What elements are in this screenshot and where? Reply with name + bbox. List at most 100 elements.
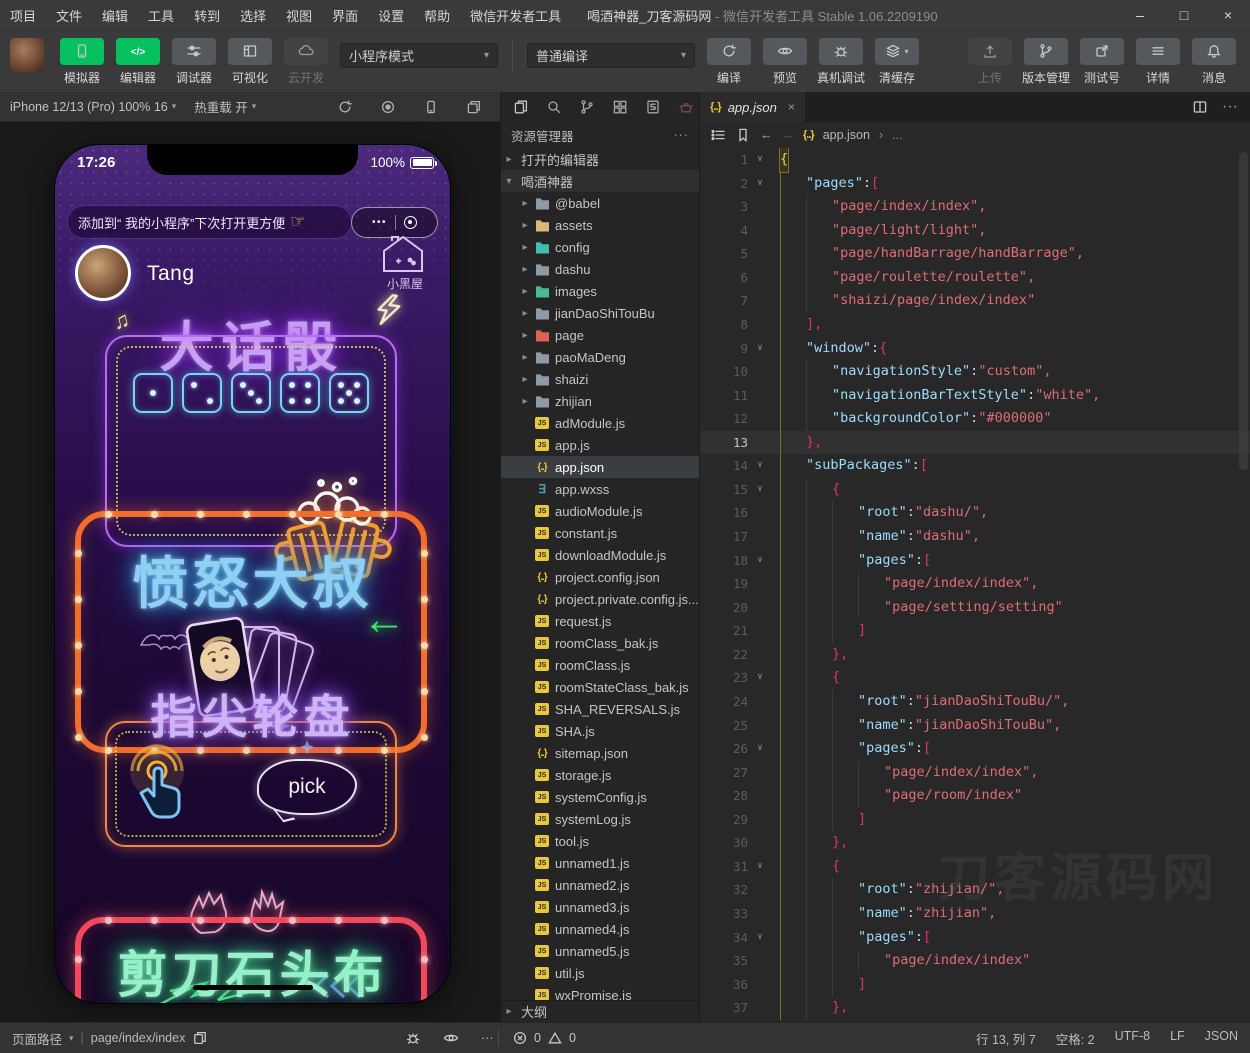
capsule-menu[interactable]: ••• xyxy=(351,207,438,238)
minimize-button[interactable]: – xyxy=(1118,7,1162,23)
tree-file[interactable]: JS unnamed3.js xyxy=(501,896,699,918)
editor-scrollbar[interactable] xyxy=(1239,152,1248,470)
menu-视图[interactable]: 视图 xyxy=(276,6,322,25)
action-bug-button[interactable]: 真机调试 xyxy=(813,37,869,86)
device-select[interactable]: iPhone 12/13 (Pro) 100% 16 xyxy=(10,100,168,114)
player-avatar[interactable] xyxy=(75,245,131,301)
menu-转到[interactable]: 转到 xyxy=(184,6,230,25)
mode-code-button[interactable]: </> 编辑器 xyxy=(110,37,166,86)
tree-folder[interactable]: ▸ assets xyxy=(501,214,699,236)
tree-file[interactable]: JS SHA_REVERSALS.js xyxy=(501,698,699,720)
files-icon[interactable] xyxy=(513,99,529,115)
tree-file[interactable]: JS app.js xyxy=(501,434,699,456)
tree-file[interactable]: {..} project.private.config.js... xyxy=(501,588,699,610)
fold-icon[interactable] xyxy=(748,431,772,455)
menu-界面[interactable]: 界面 xyxy=(322,6,368,25)
close-button[interactable]: × xyxy=(1206,7,1250,23)
action-layers-button[interactable]: ▾ 清缓存 xyxy=(869,37,925,86)
split-editor-icon[interactable] xyxy=(1192,99,1208,115)
indent-setting[interactable]: 空格: 2 xyxy=(1056,1029,1095,1048)
outline-list-icon[interactable] xyxy=(710,127,726,143)
tree-file[interactable]: JS SHA.js xyxy=(501,720,699,742)
back-icon[interactable]: ← xyxy=(760,128,773,142)
tree-file[interactable]: JS unnamed5.js xyxy=(501,940,699,962)
tree-file[interactable]: JS unnamed1.js xyxy=(501,852,699,874)
mode-cloud-button[interactable]: 云开发 xyxy=(278,37,334,86)
tree-file[interactable]: JS constant.js xyxy=(501,522,699,544)
fold-icon[interactable] xyxy=(748,266,772,290)
maximize-button[interactable]: □ xyxy=(1162,7,1206,23)
fold-icon[interactable] xyxy=(748,878,772,902)
tree-file[interactable]: {..} app.json xyxy=(501,456,699,478)
tree-file[interactable]: JS tool.js xyxy=(501,830,699,852)
warnings-icon[interactable] xyxy=(547,1030,563,1046)
fold-icon[interactable] xyxy=(748,784,772,808)
tree-section[interactable]: ▸ 打开的编辑器 xyxy=(501,148,699,170)
more-actions-icon[interactable]: ··· xyxy=(674,128,690,142)
tree-file[interactable]: JS audioModule.js xyxy=(501,500,699,522)
eol[interactable]: LF xyxy=(1170,1029,1185,1048)
fold-icon[interactable] xyxy=(748,384,772,408)
mode-layout-button[interactable]: 可视化 xyxy=(222,37,278,86)
tree-file[interactable]: JS storage.js xyxy=(501,764,699,786)
menu-文件[interactable]: 文件 xyxy=(46,6,92,25)
tree-file[interactable]: JS adModule.js xyxy=(501,412,699,434)
fold-icon[interactable] xyxy=(748,195,772,219)
phone-simulator[interactable]: 17:26 100% 添加到“ 我的小程序”下次打开更方便☞ ••• Tang xyxy=(55,145,450,1003)
errors-icon[interactable] xyxy=(512,1030,528,1046)
fold-icon[interactable] xyxy=(748,596,772,620)
menu-帮助[interactable]: 帮助 xyxy=(414,6,460,25)
fold-icon[interactable]: ∨ xyxy=(748,478,772,502)
teapot-icon[interactable] xyxy=(678,99,694,115)
snippet-file-icon[interactable] xyxy=(645,99,661,115)
tree-folder[interactable]: ▸ config xyxy=(501,236,699,258)
fold-icon[interactable] xyxy=(748,831,772,855)
action-eye-button[interactable]: 预览 xyxy=(757,37,813,86)
preview-icon[interactable] xyxy=(443,1030,459,1046)
hot-reload-toggle[interactable]: 热重载 开 xyxy=(194,97,247,116)
fold-icon[interactable] xyxy=(748,407,772,431)
game-title-rps[interactable]: 剪刀石头布 xyxy=(55,935,450,1003)
fold-icon[interactable]: ∨ xyxy=(748,148,772,172)
tree-folder[interactable]: ▸ page xyxy=(501,324,699,346)
tree-file[interactable]: {..} project.config.json xyxy=(501,566,699,588)
fold-icon[interactable] xyxy=(748,996,772,1020)
fold-icon[interactable]: ∨ xyxy=(748,172,772,196)
git-icon[interactable] xyxy=(579,99,595,115)
tree-file[interactable]: JS unnamed2.js xyxy=(501,874,699,896)
user-avatar[interactable] xyxy=(10,37,44,72)
status-more-icon[interactable]: ··· xyxy=(481,1031,494,1045)
restart-icon[interactable] xyxy=(337,99,353,115)
fold-icon[interactable]: ∨ xyxy=(748,666,772,690)
fold-icon[interactable] xyxy=(748,313,772,337)
menu-微信开发者工具[interactable]: 微信开发者工具 xyxy=(460,6,571,25)
menu-项目[interactable]: 项目 xyxy=(0,6,46,25)
fold-icon[interactable] xyxy=(748,808,772,832)
tree-file[interactable]: JS request.js xyxy=(501,610,699,632)
tree-file[interactable]: JS roomStateClass_bak.js xyxy=(501,676,699,698)
tree-file[interactable]: JS downloadModule.js xyxy=(501,544,699,566)
menu-编辑[interactable]: 编辑 xyxy=(92,6,138,25)
mode-sliders-button[interactable]: 调试器 xyxy=(166,37,222,86)
fold-icon[interactable] xyxy=(748,619,772,643)
fold-icon[interactable] xyxy=(748,242,772,266)
outline-section[interactable]: ▸ 大纲 xyxy=(501,1000,699,1022)
search-icon[interactable] xyxy=(546,99,562,115)
tree-folder[interactable]: ▸ jianDaoShiTouBu xyxy=(501,302,699,324)
fold-icon[interactable] xyxy=(748,572,772,596)
bookmark-icon[interactable] xyxy=(735,127,751,143)
mode-select[interactable]: 小程序模式 ▾ xyxy=(340,43,498,68)
code-editor[interactable]: 1 ∨{2 ∨ "pages": [3 "page/index/index", 4 "pag… xyxy=(700,148,1250,1022)
fold-icon[interactable] xyxy=(748,902,772,926)
encoding[interactable]: UTF-8 xyxy=(1115,1029,1150,1048)
tree-section[interactable]: ▾ 喝酒神器 xyxy=(501,170,699,192)
cursor-position[interactable]: 行 13, 列 7 xyxy=(976,1029,1036,1048)
tree-file[interactable]: JS systemConfig.js xyxy=(501,786,699,808)
fold-icon[interactable] xyxy=(748,219,772,243)
tree-file[interactable]: JS systemLog.js xyxy=(501,808,699,830)
fold-icon[interactable] xyxy=(748,949,772,973)
fold-icon[interactable]: ∨ xyxy=(748,337,772,361)
editor-more-icon[interactable]: ··· xyxy=(1222,98,1238,116)
fold-icon[interactable] xyxy=(748,973,772,997)
fold-icon[interactable]: ∨ xyxy=(748,926,772,950)
